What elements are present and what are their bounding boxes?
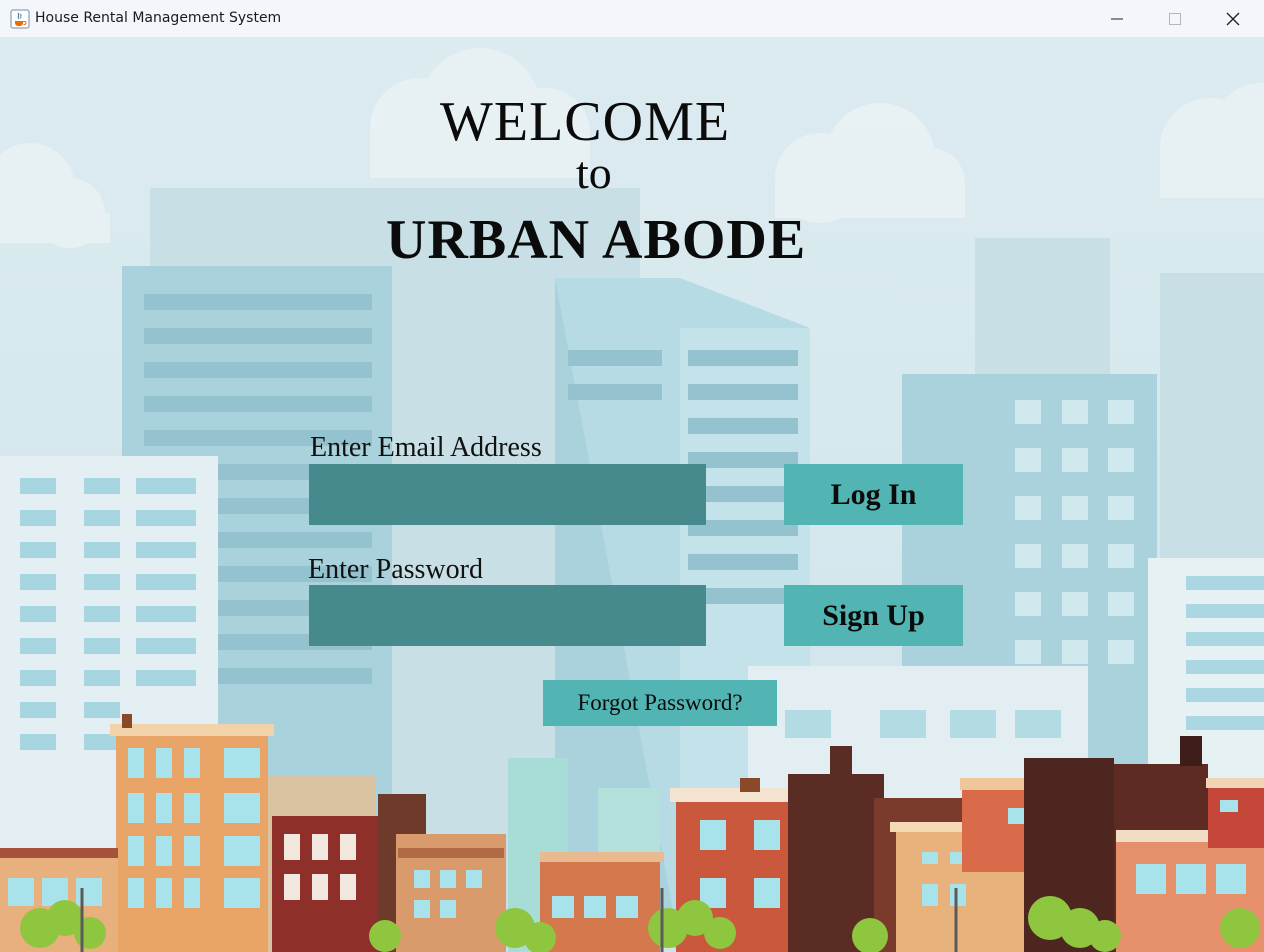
close-icon xyxy=(1226,12,1240,26)
minimize-button[interactable] xyxy=(1088,0,1146,38)
window-titlebar: House Rental Management System xyxy=(0,0,1264,38)
minimize-icon xyxy=(1111,18,1123,20)
welcome-heading: WELCOME xyxy=(440,91,731,153)
login-button[interactable]: Log In xyxy=(784,464,963,525)
forgot-password-button[interactable]: Forgot Password? xyxy=(543,680,777,726)
java-cup-icon xyxy=(10,9,30,29)
email-label: Enter Email Address xyxy=(310,432,542,463)
password-field[interactable] xyxy=(309,585,706,646)
signup-button[interactable]: Sign Up xyxy=(784,585,963,646)
welcome-to-text: to xyxy=(576,147,612,198)
app-name-heading: URBAN ABODE xyxy=(386,209,807,271)
maximize-button[interactable] xyxy=(1146,0,1204,38)
maximize-icon xyxy=(1169,13,1181,25)
email-field[interactable] xyxy=(309,464,706,525)
close-button[interactable] xyxy=(1204,0,1262,38)
window-title: House Rental Management System xyxy=(35,10,282,26)
password-label: Enter Password xyxy=(308,554,483,585)
login-panel: WELCOME to URBAN ABODE Enter Email Addre… xyxy=(0,38,1264,952)
